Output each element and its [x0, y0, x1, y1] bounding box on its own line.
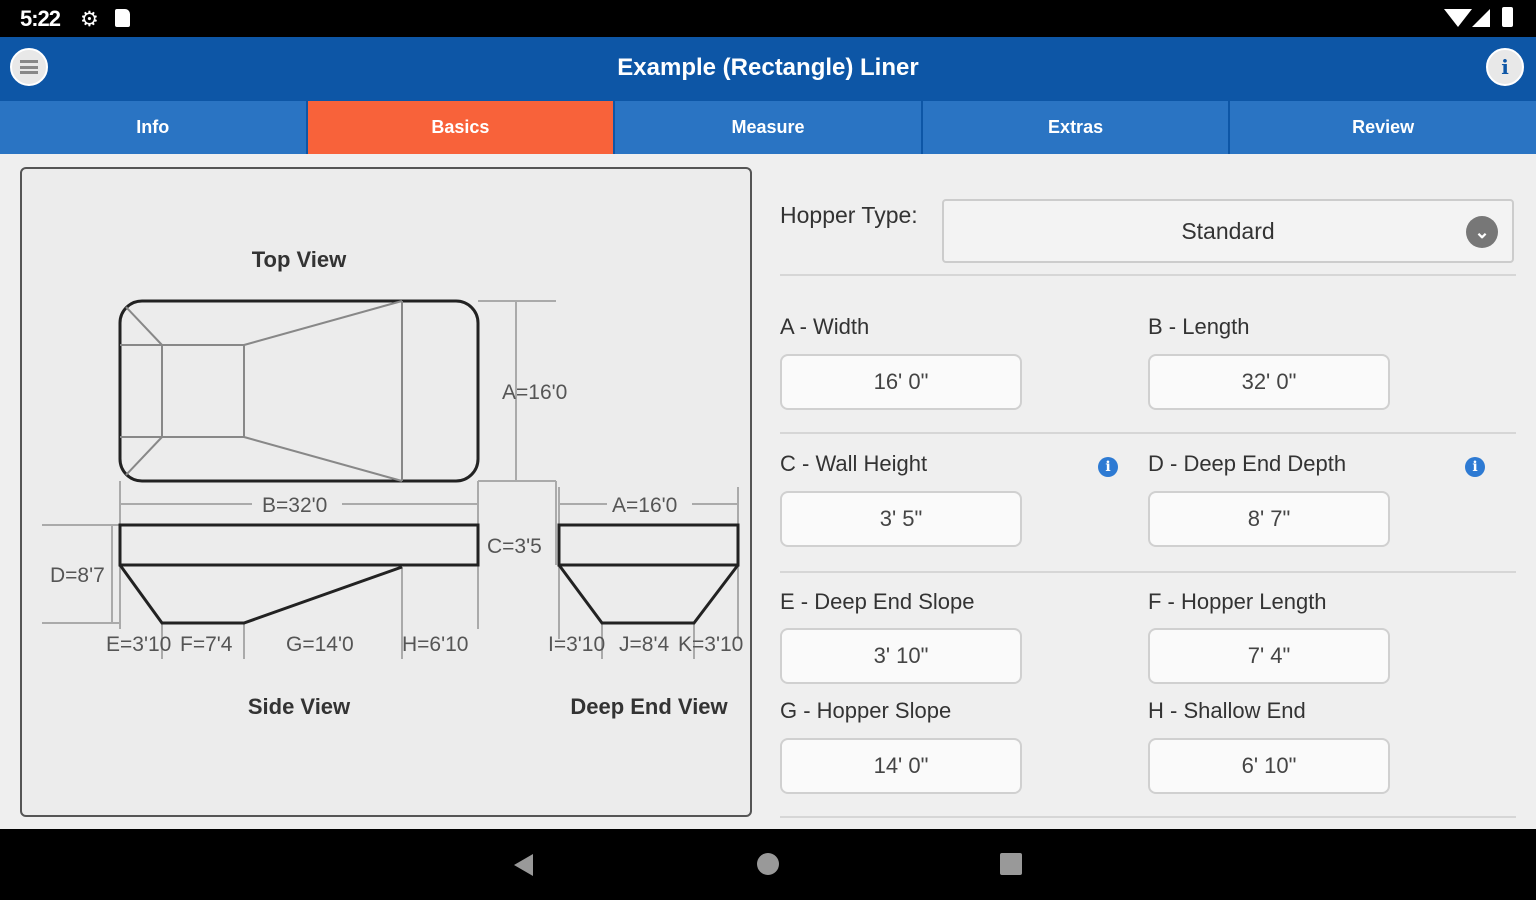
label-a-top: A=16'0	[502, 381, 567, 404]
deep-end-slope-label: E - Deep End Slope	[780, 589, 975, 614]
wifi-icon	[1444, 9, 1472, 27]
pool-diagram: Top View Side View Deep End View A=16'0 …	[20, 167, 752, 817]
length-label: B - Length	[1148, 314, 1250, 339]
label-a-end: A=16'0	[612, 494, 677, 517]
wall-height-info-icon[interactable]: i	[1098, 457, 1118, 477]
hopper-slope-input[interactable]: 14' 0"	[780, 738, 1022, 794]
gear-icon: ⚙	[80, 8, 99, 31]
chevron-down-icon: ⌄	[1466, 216, 1498, 248]
label-j: J=8'4	[619, 633, 669, 656]
side-view-title: Side View	[248, 694, 351, 719]
width-label: A - Width	[780, 314, 870, 339]
label-e: E=3'10	[106, 633, 171, 656]
shallow-end-label: H - Shallow End	[1148, 698, 1306, 723]
wall-height-label: C - Wall Height	[780, 451, 928, 476]
width-input[interactable]: 16' 0"	[780, 354, 1022, 410]
sd-card-icon	[115, 9, 130, 27]
hopper-type-select[interactable]: Standard ⌄	[942, 199, 1514, 263]
label-d: D=8'7	[50, 564, 105, 587]
label-h: H=6'10	[402, 633, 468, 656]
status-bar: 5:22 ⚙	[0, 0, 1536, 37]
tab-measure[interactable]: Measure	[615, 101, 921, 154]
label-g: G=14'0	[286, 633, 354, 656]
label-c: C=3'5	[487, 535, 542, 558]
home-icon[interactable]	[757, 853, 779, 875]
divider	[780, 571, 1516, 573]
tab-extras[interactable]: Extras	[922, 101, 1229, 154]
tab-info[interactable]: Info	[0, 101, 306, 154]
hopper-type-label: Hopper Type:	[780, 202, 918, 228]
page-title: Example (Rectangle) Liner	[617, 54, 919, 81]
divider	[780, 274, 1516, 276]
hopper-type-value: Standard	[1181, 217, 1275, 244]
main-content: Top View Side View Deep End View A=16'0 …	[0, 154, 1536, 829]
top-view	[118, 299, 480, 483]
tab-basics[interactable]: Basics	[307, 101, 614, 154]
hopper-length-input[interactable]: 7' 4"	[1148, 628, 1390, 684]
recent-apps-icon[interactable]	[1000, 853, 1022, 875]
divider	[780, 816, 1516, 818]
length-input[interactable]: 32' 0"	[1148, 354, 1390, 410]
shallow-end-input[interactable]: 6' 10"	[1148, 738, 1390, 794]
wall-height-input[interactable]: 3' 5"	[780, 491, 1022, 547]
label-f: F=7'4	[180, 633, 233, 656]
pool-diagram-svg: Top View Side View Deep End View A=16'0 …	[42, 247, 743, 719]
deep-end-depth-info-icon[interactable]: i	[1465, 457, 1485, 477]
deep-end-slope-input[interactable]: 3' 10"	[780, 628, 1022, 684]
label-k: K=3'10	[678, 633, 743, 656]
deep-end-view-title: Deep End View	[570, 694, 728, 719]
top-view-title: Top View	[252, 247, 347, 272]
hopper-length-label: F - Hopper Length	[1148, 589, 1327, 614]
deep-end-depth-input[interactable]: 8' 7"	[1148, 491, 1390, 547]
app-bar: Example (Rectangle) Liner i	[0, 37, 1536, 101]
info-icon: i	[1501, 55, 1509, 79]
cell-signal-icon	[1472, 9, 1490, 27]
deep-end-view	[557, 523, 740, 625]
status-time: 5:22	[20, 6, 61, 31]
deep-end-depth-label: D - Deep End Depth	[1148, 451, 1347, 476]
tab-review[interactable]: Review	[1230, 101, 1536, 154]
info-button[interactable]: i	[1486, 48, 1524, 86]
basics-form: Hopper Type: Standard ⌄ A - Width 16' 0"…	[780, 154, 1516, 829]
label-b: B=32'0	[262, 494, 327, 517]
system-nav-bar	[0, 829, 1536, 900]
divider	[780, 432, 1516, 434]
back-icon[interactable]	[514, 854, 533, 876]
side-view	[118, 523, 480, 625]
battery-icon	[1502, 7, 1513, 27]
hopper-slope-label: G - Hopper Slope	[780, 698, 952, 723]
tab-bar: Info Basics Measure Extras Review	[0, 101, 1536, 154]
label-i: I=3'10	[548, 633, 605, 656]
